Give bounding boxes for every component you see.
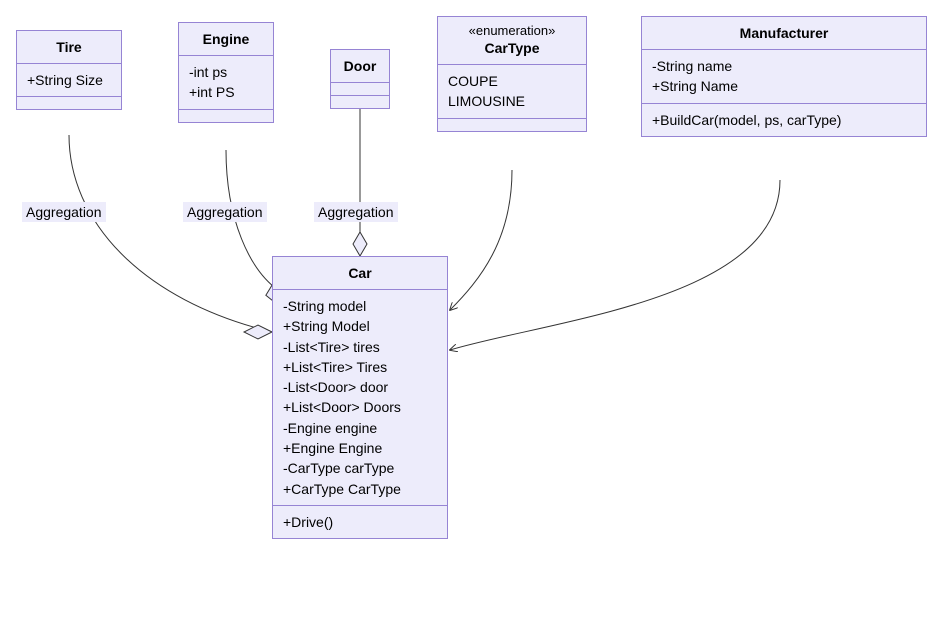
edge-label-aggregation: Aggregation (314, 202, 398, 222)
class-methods: +Drive() (273, 506, 447, 538)
enum-value: COUPE (448, 71, 576, 91)
class-attributes (331, 83, 389, 96)
class-door: Door (330, 49, 390, 109)
class-attributes: -int ps +int PS (179, 56, 273, 110)
enum-value: LIMOUSINE (448, 91, 576, 111)
class-attributes: -String model +String Model -List<Tire> … (273, 290, 447, 506)
attribute: +int PS (189, 82, 263, 102)
attribute: +CarType CarType (283, 479, 437, 499)
class-title: Manufacturer (642, 17, 926, 50)
class-engine: Engine -int ps +int PS (178, 22, 274, 123)
class-tire: Tire +String Size (16, 30, 122, 110)
class-methods (17, 97, 121, 109)
attribute: -CarType carType (283, 458, 437, 478)
method: +BuildCar(model, ps, carType) (652, 110, 916, 130)
attribute: +Engine Engine (283, 438, 437, 458)
attribute: +String Size (27, 70, 111, 90)
class-methods (331, 96, 389, 108)
class-methods (438, 119, 586, 131)
class-title: Car (273, 257, 447, 290)
class-attributes: +String Size (17, 64, 121, 97)
class-cartype: «enumeration» CarType COUPE LIMOUSINE (437, 16, 587, 132)
enum-values: COUPE LIMOUSINE (438, 65, 586, 119)
edge-label-aggregation: Aggregation (183, 202, 267, 222)
class-manufacturer: Manufacturer -String name +String Name +… (641, 16, 927, 137)
class-title: CarType (438, 38, 586, 65)
class-title: Door (331, 50, 389, 83)
attribute: -String model (283, 296, 437, 316)
class-title: Engine (179, 23, 273, 56)
attribute: -String name (652, 56, 916, 76)
attribute: +String Name (652, 76, 916, 96)
method: +Drive() (283, 512, 437, 532)
class-car: Car -String model +String Model -List<Ti… (272, 256, 448, 539)
attribute: +String Model (283, 316, 437, 336)
class-methods (179, 110, 273, 122)
attribute: -int ps (189, 62, 263, 82)
attribute: -Engine engine (283, 418, 437, 438)
attribute: -List<Tire> tires (283, 337, 437, 357)
edge-label-aggregation: Aggregation (22, 202, 106, 222)
class-attributes: -String name +String Name (642, 50, 926, 104)
attribute: -List<Door> door (283, 377, 437, 397)
attribute: +List<Door> Doors (283, 397, 437, 417)
class-title: Tire (17, 31, 121, 64)
class-methods: +BuildCar(model, ps, carType) (642, 104, 926, 136)
attribute: +List<Tire> Tires (283, 357, 437, 377)
stereotype: «enumeration» (438, 17, 586, 38)
